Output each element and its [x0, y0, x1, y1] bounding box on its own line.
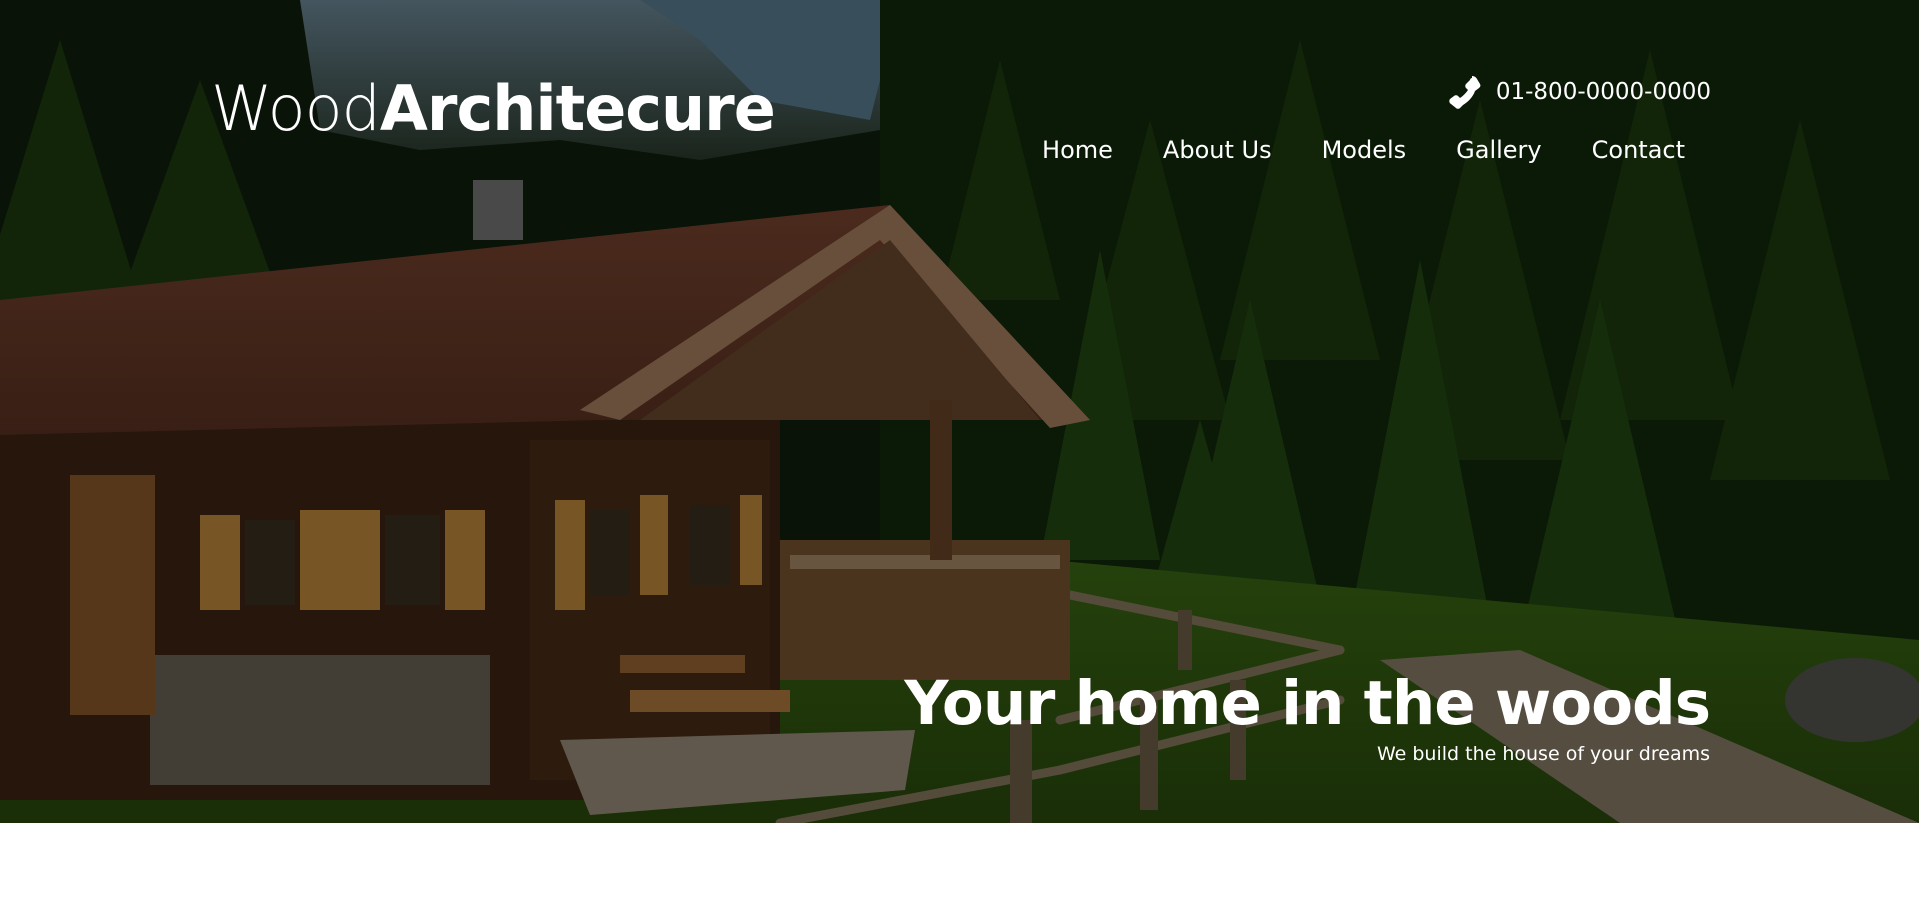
nav-contact[interactable]: Contact	[1592, 136, 1685, 164]
site-logo[interactable]: WoodArchitecure	[211, 72, 776, 146]
logo-light-text: Wood	[211, 72, 381, 145]
nav-about-us[interactable]: About Us	[1163, 136, 1272, 164]
hero-headline: Your home in the woods	[904, 668, 1711, 739]
nav-gallery[interactable]: Gallery	[1456, 136, 1541, 164]
logo-bold-text: Architecure	[379, 72, 776, 145]
nav-models[interactable]: Models	[1322, 136, 1407, 164]
phone-number: 01-800-0000-0000	[1495, 79, 1711, 105]
hero-banner: WoodArchitecure 01-800-0000-0000 Home Ab…	[0, 0, 1919, 823]
hero-subheadline: We build the house of your dreams	[1376, 743, 1710, 765]
nav-home[interactable]: Home	[1042, 136, 1113, 164]
hero-tagline: Your home in the woods We build the hous…	[904, 666, 1711, 766]
phone-icon	[1446, 74, 1482, 110]
content-area	[0, 823, 1919, 902]
contact-phone[interactable]: 01-800-0000-0000	[1446, 74, 1711, 110]
main-nav: Home About Us Models Gallery Contact	[1042, 136, 1685, 164]
